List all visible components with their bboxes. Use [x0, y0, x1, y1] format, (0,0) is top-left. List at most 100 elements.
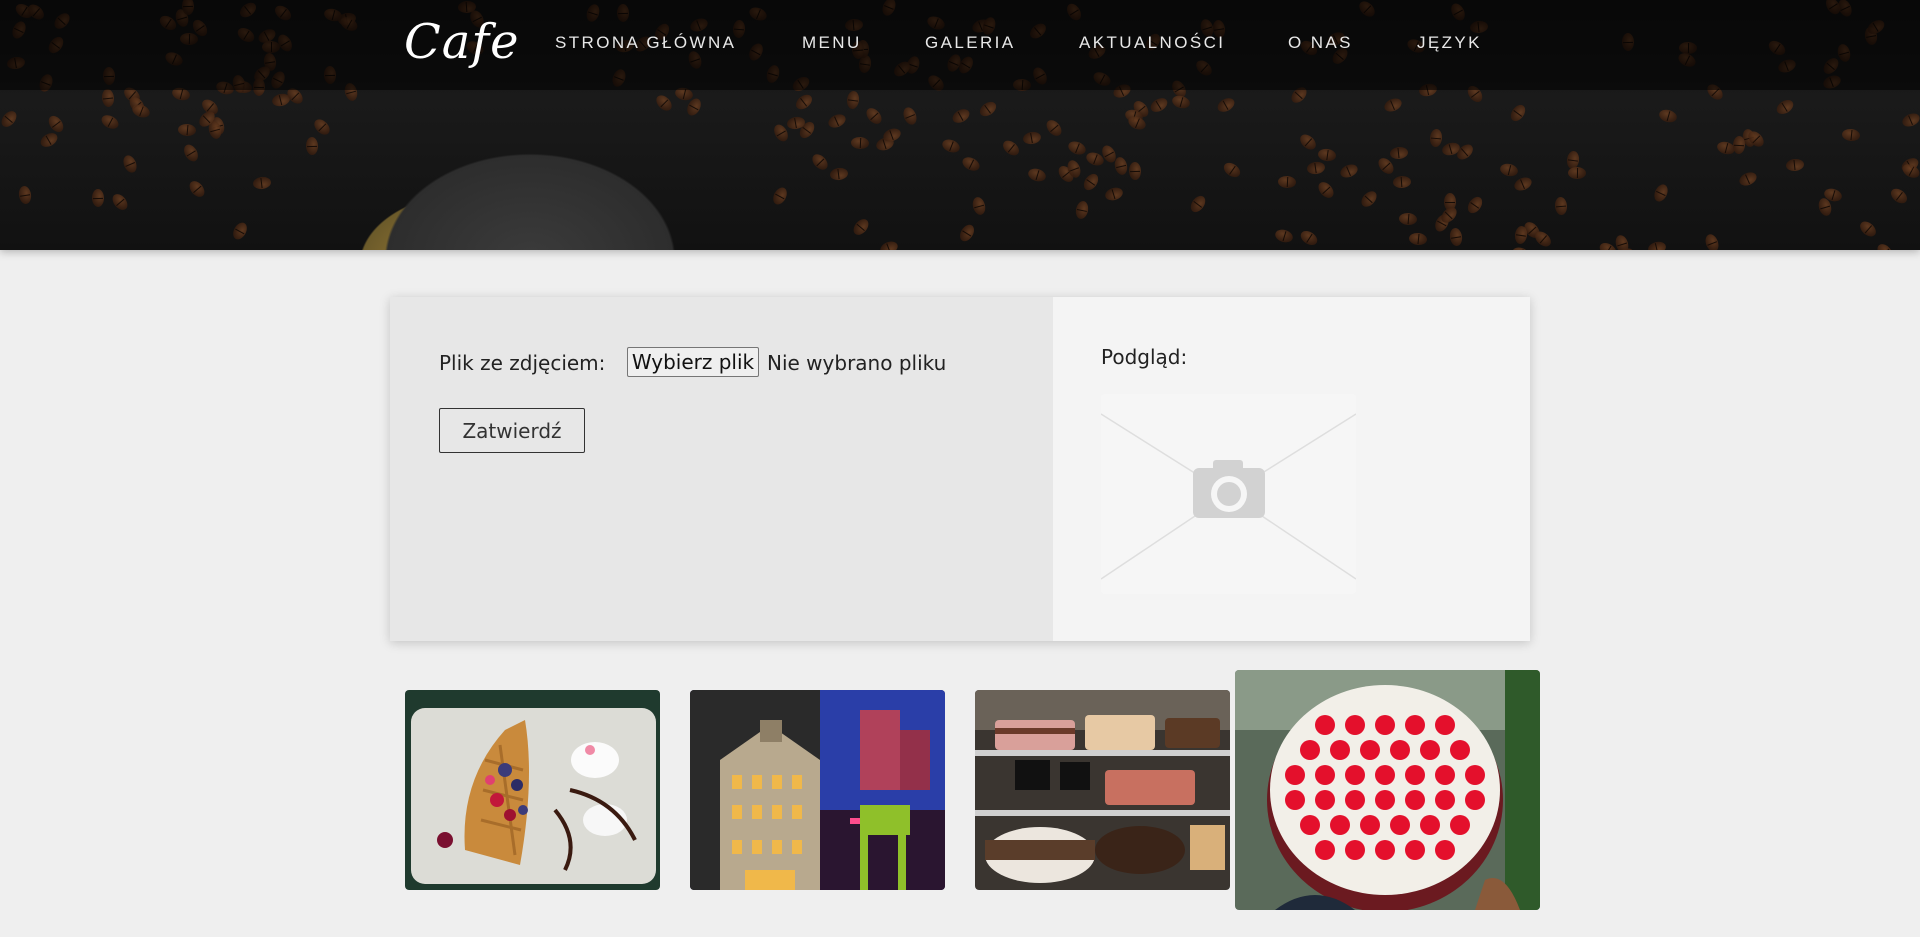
- raspberry: [1375, 840, 1395, 860]
- coffee-bean: [130, 101, 152, 120]
- raspberry: [1315, 840, 1335, 860]
- coffee-bean: [1651, 182, 1671, 204]
- cake-display-photo: [975, 690, 1230, 890]
- file-field-label: Plik ze zdjęciem:: [439, 351, 606, 375]
- coffee-bean: [181, 142, 201, 165]
- coffee-bean: [1337, 162, 1360, 181]
- raspberry: [1345, 790, 1365, 810]
- coffee-bean: [109, 191, 131, 214]
- nav-item-home[interactable]: STRONA GŁÓWNA: [555, 33, 736, 53]
- raspberry: [1315, 715, 1335, 735]
- coffee-bean: [826, 111, 849, 131]
- coffee-bean: [850, 136, 870, 150]
- coffee-bean: [1449, 227, 1464, 247]
- coffee-bean: [1614, 234, 1631, 250]
- nav-item-gallery[interactable]: GALERIA: [925, 33, 1016, 53]
- coffee-bean: [1044, 117, 1065, 139]
- coffee-bean: [845, 90, 860, 110]
- coffee-bean: [977, 99, 999, 120]
- coffee-bean: [1508, 102, 1529, 125]
- coffee-bean: [101, 88, 116, 108]
- raspberry: [1330, 740, 1350, 760]
- choose-file-button[interactable]: Wybierz plik: [627, 347, 759, 377]
- coffee-bean: [1113, 156, 1129, 177]
- gallery-item-raspberry-cake[interactable]: [1235, 670, 1540, 910]
- nav-item-language[interactable]: JĘZYK: [1417, 33, 1482, 53]
- raspberry: [1300, 815, 1320, 835]
- raspberry: [1390, 815, 1410, 835]
- coffee-bean: [793, 91, 815, 113]
- coffee-bean: [970, 195, 987, 216]
- coffee-bean: [653, 92, 675, 114]
- coffee-bean: [1358, 188, 1381, 210]
- raspberry: [1360, 740, 1380, 760]
- coffee-bean: [1214, 95, 1237, 115]
- raspberry: [1360, 815, 1380, 835]
- raspberry: [1330, 815, 1350, 835]
- raspberry: [1435, 715, 1455, 735]
- coffee-bean: [1382, 96, 1404, 115]
- coffee-bean: [1464, 194, 1485, 216]
- preview-placeholder: [1101, 394, 1356, 594]
- coffee-bean: [1297, 131, 1319, 153]
- coffee-bean: [186, 178, 208, 200]
- raspberry: [1375, 790, 1395, 810]
- coffee-bean: [1773, 97, 1796, 117]
- camera-icon: [1101, 394, 1356, 594]
- nav-item-about[interactable]: O NAS: [1288, 33, 1353, 53]
- raspberry: [1420, 815, 1440, 835]
- coffee-bean: [808, 150, 831, 173]
- coffee-bean: [1857, 218, 1879, 240]
- preview-label: Podgląd:: [1101, 345, 1188, 369]
- raspberry: [1465, 765, 1485, 785]
- gallery-item-cake-display[interactable]: [975, 690, 1230, 890]
- coffee-bean: [1000, 138, 1022, 159]
- raspberry: [1465, 790, 1485, 810]
- coffee-bean: [1317, 147, 1338, 162]
- coffee-bean: [1297, 228, 1320, 249]
- nav-item-news[interactable]: AKTUALNOŚCI: [1079, 33, 1225, 53]
- nav-item-menu[interactable]: MENU: [802, 33, 862, 53]
- coffee-bean: [1278, 175, 1297, 189]
- raspberry: [1315, 765, 1335, 785]
- coffee-bean: [120, 152, 139, 175]
- raspberry: [1405, 715, 1425, 735]
- upload-form: Plik ze zdjęciem: Wybierz plik Nie wybra…: [390, 297, 1053, 641]
- submit-button[interactable]: Zatwierdź: [439, 408, 585, 453]
- coffee-bean: [1567, 167, 1587, 180]
- coffee-bean: [38, 130, 61, 150]
- coffee-bean: [851, 215, 872, 238]
- coffee-bean: [1510, 244, 1532, 250]
- coffee-bean: [1221, 159, 1243, 180]
- coffee-bean: [1066, 138, 1088, 157]
- raspberry: [1300, 740, 1320, 760]
- raspberry: [1405, 840, 1425, 860]
- file-status-text: Nie wybrano pliku: [767, 351, 947, 375]
- hero-banner: Cafe STRONA GŁÓWNA MENU GALERIA AKTUALNO…: [0, 0, 1920, 250]
- raspberry: [1450, 740, 1470, 760]
- raspberry: [1435, 765, 1455, 785]
- coffee-bean: [1128, 162, 1142, 181]
- coffee-bean: [1148, 95, 1171, 115]
- raspberry: [1450, 815, 1470, 835]
- coffee-bean: [306, 136, 319, 156]
- coffee-bean: [900, 105, 919, 127]
- coffee-bean: [1737, 169, 1760, 188]
- raspberry: [1345, 840, 1365, 860]
- coffee-bean: [177, 122, 197, 137]
- coffee-bean: [1512, 175, 1534, 194]
- top-navigation-bar: Cafe STRONA GŁÓWNA MENU GALERIA AKTUALNO…: [0, 0, 1920, 90]
- coffee-bean: [1026, 166, 1048, 184]
- coffee-bean: [92, 188, 105, 207]
- coffee-bean: [1074, 199, 1090, 220]
- coffee-bean: [1874, 241, 1896, 250]
- coffee-bean: [1646, 240, 1668, 250]
- gallery-item-waffle[interactable]: [405, 690, 660, 890]
- cafe-logo[interactable]: Cafe: [404, 14, 520, 70]
- coffee-bean: [1513, 224, 1528, 245]
- coffee-bean: [1273, 227, 1295, 245]
- coffee-bean: [1315, 179, 1337, 201]
- coffee-bean: [252, 176, 272, 191]
- gallery-item-house-lantern[interactable]: [690, 690, 945, 890]
- coffee-bean: [1657, 108, 1679, 125]
